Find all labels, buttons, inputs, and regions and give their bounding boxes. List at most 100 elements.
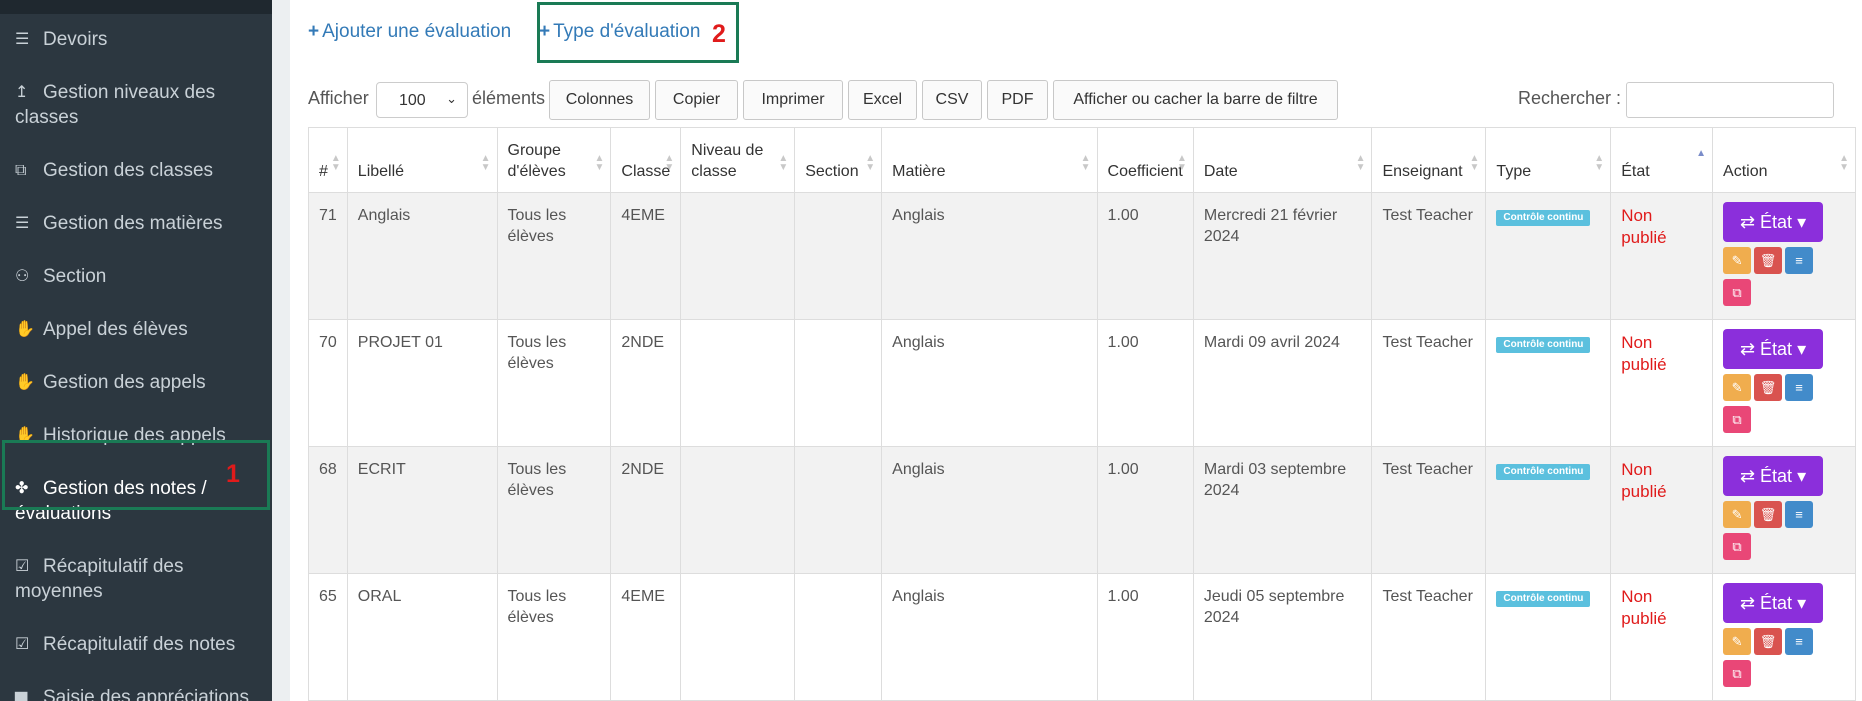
column-header-libelle[interactable]: Libellé ▲ ▼ — [346, 127, 498, 193]
edit-icon[interactable]: ✎ — [1723, 628, 1752, 655]
copy-icon[interactable]: ⧉ — [1723, 406, 1752, 433]
sort-icon: ▲ ▼ — [1469, 153, 1480, 173]
sidebar-item-label: Gestion des classes — [43, 160, 214, 181]
sidebar-top-bar — [0, 0, 272, 14]
cell-groupe: Tous les élèves — [496, 573, 612, 701]
sidebar-item-recap-notes[interactable]: ☑ Récapitulatif des notes — [0, 616, 272, 669]
show-label: Afficher — [308, 88, 369, 108]
sidebar-item-gestion-appels[interactable]: ✋ Gestion des appels — [0, 354, 272, 407]
state-label: Non publié — [1621, 587, 1667, 628]
copy-icon[interactable]: ⧉ — [1723, 660, 1752, 687]
sort-icon: ▲ ▼ — [330, 153, 341, 173]
state-dropdown-button[interactable]: ⇄ État ▾ — [1723, 329, 1824, 369]
column-header-type[interactable]: Type ▲ ▼ — [1485, 127, 1612, 193]
cell-niveau — [680, 192, 796, 320]
edit-icon[interactable]: ✎ — [1723, 374, 1752, 401]
edit-icon[interactable]: ✎ — [1723, 501, 1752, 528]
sidebar-item-gestion-niveaux[interactable]: ↥ Gestion niveaux des classes — [0, 64, 272, 142]
row-actions-2: ⧉ — [1723, 660, 1845, 687]
sort-icon: ▲ ▼ — [480, 153, 491, 173]
csv-button[interactable]: CSV — [922, 80, 982, 120]
excel-button[interactable]: Excel — [848, 80, 917, 120]
content-edge — [272, 0, 290, 701]
add-evaluation-link[interactable]: + Ajouter une évaluation — [308, 21, 511, 43]
sort-icon: ▲ ▼ — [1176, 153, 1187, 173]
list-icon[interactable]: ≡ — [1785, 247, 1814, 274]
sidebar-item-devoirs[interactable]: ☰ Devoirs — [0, 14, 272, 64]
list-icon[interactable]: ≡ — [1785, 501, 1814, 528]
table-row: 65 ORAL Tous les élèves 4EME Anglais 1.0… — [308, 573, 1856, 701]
column-header-groupe[interactable]: Groupe d'élèves ▲ ▼ — [496, 127, 612, 193]
cell-type: Contrôle continu — [1485, 192, 1612, 320]
list-icon[interactable]: ≡ — [1785, 374, 1814, 401]
sidebar-item-label: Gestion des matières — [43, 213, 223, 234]
cell-matiere: Anglais — [881, 319, 1098, 447]
sort-icon: ▲ ▼ — [1355, 153, 1366, 173]
search-input[interactable] — [1626, 82, 1834, 118]
cell-enseignant: Test Teacher — [1371, 319, 1487, 447]
cell-id: 70 — [308, 319, 348, 447]
column-header-etat[interactable]: État ▲ — [1610, 127, 1714, 193]
type-badge: Contrôle continu — [1496, 591, 1591, 607]
sidebar-item-label: Saisie des appréciations — [43, 687, 249, 701]
column-header-coefficient[interactable]: Coefficient ▲ ▼ — [1096, 127, 1194, 193]
cell-id: 71 — [308, 192, 348, 320]
trash-icon[interactable]: 🗑 — [1754, 628, 1783, 655]
page-size-select[interactable]: 100 ⌄ — [376, 82, 468, 118]
row-actions: ✎ 🗑 ≡ — [1723, 501, 1845, 528]
trash-icon[interactable]: 🗑 — [1754, 374, 1783, 401]
type-badge: Contrôle continu — [1496, 464, 1591, 480]
cell-classe: 4EME — [610, 192, 682, 320]
swap-icon: ⇄ — [1739, 593, 1761, 613]
add-evaluation-label: Ajouter une évaluation — [322, 21, 512, 42]
sidebar-item-gestion-matieres[interactable]: ☰ Gestion des matières — [0, 195, 272, 248]
cell-etat: Non publié — [1610, 319, 1714, 447]
cell-groupe: Tous les élèves — [496, 192, 612, 320]
state-dropdown-button[interactable]: ⇄ État ▾ — [1723, 583, 1824, 623]
column-header-section[interactable]: Section ▲ ▼ — [794, 127, 883, 193]
sidebar-item-label: Devoirs — [43, 29, 108, 50]
column-header-matiere[interactable]: Matière ▲ ▼ — [881, 127, 1098, 193]
table-row: 68 ECRIT Tous les élèves 2NDE Anglais 1.… — [308, 446, 1856, 574]
copy-icon[interactable]: ⧉ — [1723, 279, 1752, 306]
sidebar-item-section[interactable]: ⚇ Section — [0, 248, 272, 301]
cell-niveau — [680, 446, 796, 574]
row-actions-2: ⧉ — [1723, 533, 1845, 560]
toggle-filter-bar-button[interactable]: Afficher ou cacher la barre de filtre — [1053, 80, 1338, 120]
file-icon: ▆ — [15, 689, 28, 701]
sidebar-item-saisie-appreciations[interactable]: ▆ Saisie des appréciations — [0, 669, 272, 701]
list-icon[interactable]: ≡ — [1785, 628, 1814, 655]
copy-icon[interactable]: ⧉ — [1723, 533, 1752, 560]
edit-icon[interactable]: ✎ — [1723, 247, 1752, 274]
cell-section — [794, 573, 883, 701]
table-toolbar: Afficher 100 ⌄ éléments Colonnes Copier … — [308, 80, 1858, 120]
copy-button[interactable]: Copier — [655, 80, 738, 120]
search-label: Rechercher : — [1518, 88, 1622, 108]
table-header-row: # ▲ ▼ Libellé ▲ ▼ Groupe d'élèves ▲ ▼ Classe ▲ ▼… — [308, 127, 1856, 193]
sort-icon: ▲ ▼ — [1594, 153, 1605, 173]
sidebar-item-appel-eleves[interactable]: ✋ Appel des élèves — [0, 301, 272, 354]
pdf-button[interactable]: PDF — [987, 80, 1048, 120]
type-badge: Contrôle continu — [1496, 337, 1591, 353]
cell-action: ⇄ État ▾ ✎ 🗑 ≡ ⧉ — [1712, 319, 1856, 447]
column-header-date[interactable]: Date ▲ ▼ — [1192, 127, 1373, 193]
state-dropdown-button[interactable]: ⇄ État ▾ — [1723, 456, 1824, 496]
cell-groupe: Tous les élèves — [496, 446, 612, 574]
column-header-id[interactable]: # ▲ ▼ — [308, 127, 348, 193]
check-square-icon: ☑ — [15, 636, 30, 653]
trash-icon[interactable]: 🗑 — [1754, 247, 1783, 274]
cell-libelle: ORAL — [346, 573, 498, 701]
column-header-niveau[interactable]: Niveau de classe ▲ ▼ — [680, 127, 796, 193]
stack-icon: ☰ — [15, 215, 30, 232]
sort-icon: ▲ ▼ — [1839, 153, 1849, 173]
sidebar-item-recap-moyennes[interactable]: ☑ Récapitulatif des moyennes — [0, 538, 272, 616]
column-header-action[interactable]: Action ▲ ▼ — [1712, 127, 1856, 193]
sidebar-item-gestion-classes[interactable]: ⧉ Gestion des classes — [0, 142, 272, 195]
trash-icon[interactable]: 🗑 — [1754, 501, 1783, 528]
columns-button[interactable]: Colonnes — [549, 80, 650, 120]
cell-section — [794, 446, 883, 574]
print-button[interactable]: Imprimer — [743, 80, 843, 120]
state-dropdown-button[interactable]: ⇄ État ▾ — [1723, 202, 1824, 242]
column-header-classe[interactable]: Classe ▲ ▼ — [610, 127, 682, 193]
column-header-enseignant[interactable]: Enseignant ▲ ▼ — [1371, 127, 1487, 193]
